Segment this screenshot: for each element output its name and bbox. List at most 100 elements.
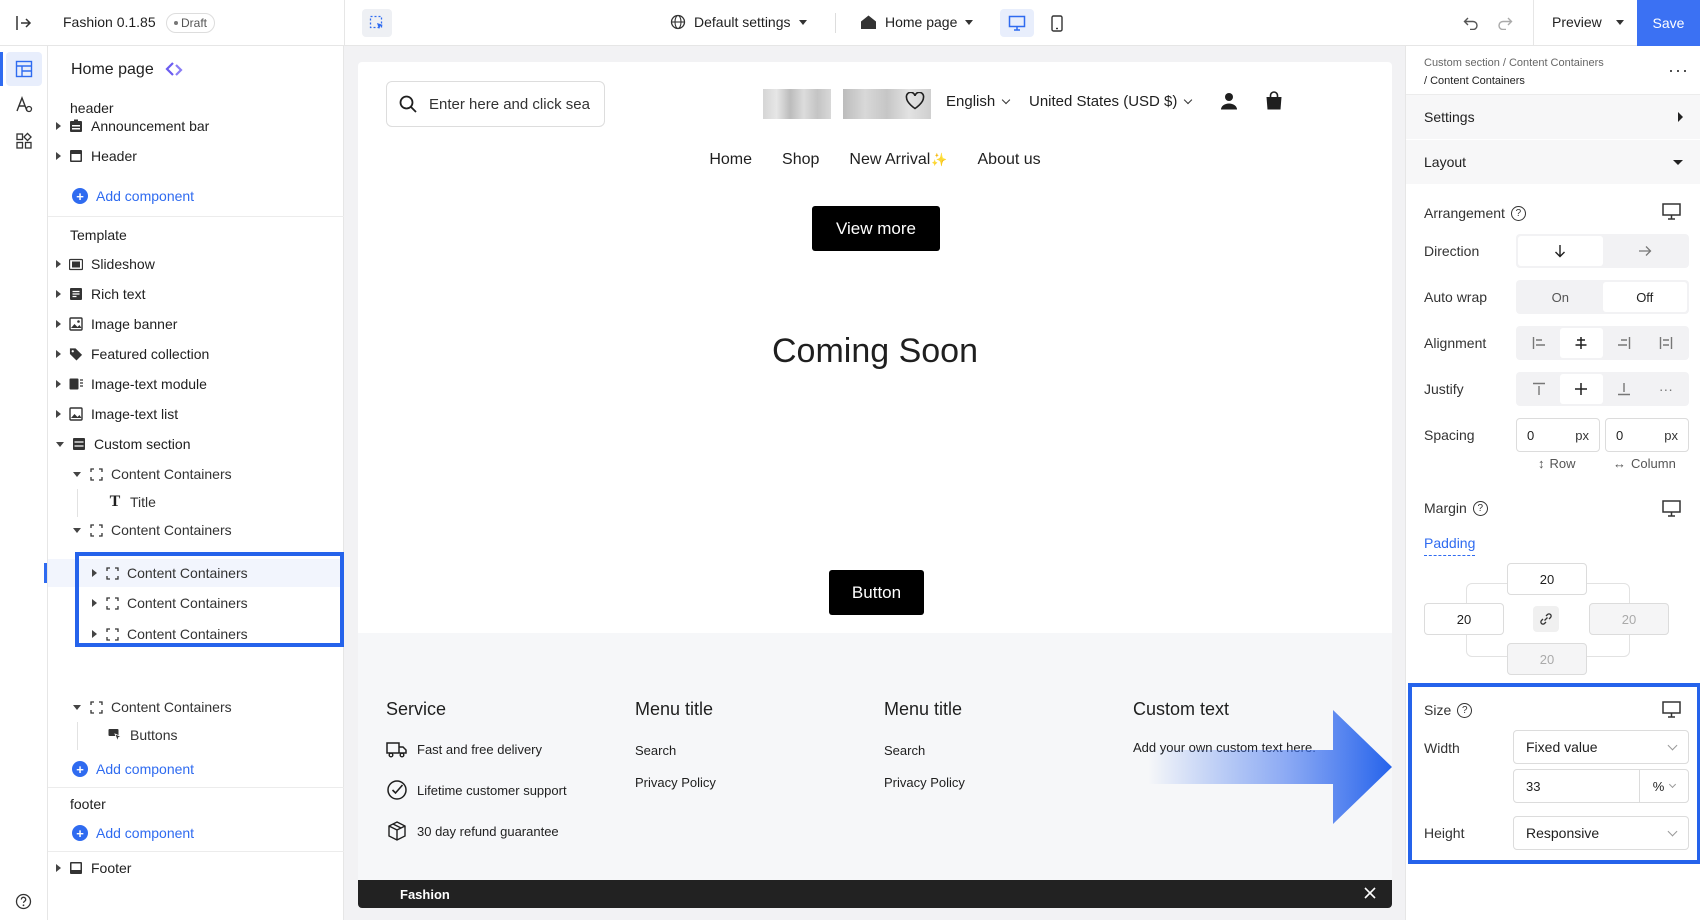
tree-item-footer[interactable]: Footer	[48, 853, 344, 883]
spacing-column-input[interactable]: 0 px	[1605, 418, 1689, 452]
tree-item-image-text-module[interactable]: Image-text module	[48, 369, 344, 399]
tree-item-announcement-bar[interactable]: Announcement bar	[48, 111, 344, 141]
tree-item-title[interactable]: T Title	[48, 487, 344, 517]
collapse-caret-icon[interactable]	[73, 527, 81, 533]
store-page: Enter here and click sea English United …	[358, 62, 1392, 908]
auto-wrap-on[interactable]: On	[1518, 282, 1603, 312]
cart-bag-icon[interactable]	[1265, 91, 1283, 110]
tree-item-custom-section[interactable]: Custom section	[48, 429, 344, 459]
account-icon[interactable]	[1220, 92, 1238, 110]
plus-circle-icon: +	[72, 761, 88, 777]
select-tool-icon[interactable]	[362, 9, 392, 37]
collapse-caret-icon[interactable]	[73, 704, 81, 710]
help-icon[interactable]	[12, 890, 34, 912]
expand-caret-icon[interactable]	[56, 290, 61, 298]
nav-shop[interactable]: Shop	[782, 151, 819, 169]
tree-item-featured-collection[interactable]: Featured collection	[48, 339, 344, 369]
footer-link-privacy[interactable]: Privacy Policy	[884, 775, 965, 790]
tree-item-content-containers[interactable]: Content Containers	[48, 515, 344, 545]
tree-item-content-containers[interactable]: Content Containers	[48, 459, 344, 489]
exit-icon[interactable]	[12, 12, 34, 34]
expand-caret-icon[interactable]	[56, 350, 61, 358]
direction-toggle[interactable]	[1516, 234, 1689, 268]
tree-item-header[interactable]: Header	[48, 141, 344, 171]
justify-start-icon[interactable]	[1518, 374, 1560, 404]
auto-wrap-off[interactable]: Off	[1602, 282, 1687, 312]
align-stretch-icon[interactable]	[1645, 328, 1687, 358]
nav-new-arrival[interactable]: New Arrival ✨	[849, 151, 947, 169]
add-component-header[interactable]: + Add component	[72, 188, 194, 204]
align-right-icon[interactable]	[1603, 328, 1645, 358]
help-circle-icon[interactable]: ?	[1510, 205, 1526, 221]
add-component-footer[interactable]: + Add component	[72, 825, 194, 841]
alignment-toggle[interactable]	[1516, 326, 1689, 360]
more-options-icon[interactable]: ···	[1668, 60, 1689, 81]
footer-link-search[interactable]: Search	[635, 743, 676, 758]
layout-row[interactable]: Layout	[1406, 140, 1700, 184]
template-group-label: Template	[70, 227, 127, 243]
desktop-device-icon[interactable]	[1662, 203, 1681, 220]
padding-top-input[interactable]: 20	[1507, 563, 1587, 595]
justify-toggle[interactable]: ···	[1516, 372, 1689, 406]
tree-item-content-containers[interactable]: Content Containers	[48, 692, 344, 722]
nav-home[interactable]: Home	[709, 151, 752, 169]
align-center-icon[interactable]	[1560, 328, 1603, 358]
expand-caret-icon[interactable]	[56, 152, 61, 160]
default-settings-dropdown[interactable]: Default settings	[670, 14, 807, 30]
theme-style-icon[interactable]	[6, 88, 42, 122]
mobile-view-icon[interactable]	[1042, 9, 1072, 37]
help-circle-icon[interactable]: ?	[1472, 500, 1488, 516]
justify-end-icon[interactable]	[1603, 374, 1645, 404]
expand-caret-icon[interactable]	[56, 320, 61, 328]
view-more-button[interactable]: View more	[812, 206, 940, 251]
desktop-view-icon[interactable]	[1000, 9, 1034, 37]
padding-tab[interactable]: Padding	[1424, 535, 1476, 556]
footer-link-privacy[interactable]: Privacy Policy	[635, 775, 716, 790]
tree-item-slideshow[interactable]: Slideshow	[48, 249, 344, 279]
auto-wrap-toggle[interactable]: On Off	[1516, 280, 1689, 314]
tree-item-image-banner[interactable]: Image banner	[48, 309, 344, 339]
tree-item-buttons[interactable]: Buttons	[48, 720, 344, 750]
preview-dropdown[interactable]: Preview	[1552, 14, 1624, 30]
store-button[interactable]: Button	[829, 570, 924, 615]
store-search-box[interactable]: Enter here and click sea	[386, 81, 605, 127]
expand-caret-icon[interactable]	[56, 260, 61, 268]
wishlist-heart-icon[interactable]	[905, 92, 925, 110]
padding-right-input[interactable]: 20	[1589, 603, 1669, 635]
padding-left-input[interactable]: 20	[1424, 603, 1504, 635]
annotation-arrow-icon	[1148, 710, 1392, 824]
add-component-template[interactable]: + Add component	[72, 761, 194, 777]
footer-link-search[interactable]: Search	[884, 743, 925, 758]
save-button[interactable]: Save	[1637, 0, 1700, 46]
link-icon[interactable]	[1533, 606, 1559, 632]
expand-caret-icon[interactable]	[56, 410, 61, 418]
desktop-device-icon[interactable]	[1662, 500, 1681, 517]
justify-more-icon[interactable]: ···	[1645, 374, 1687, 404]
expand-caret-icon[interactable]	[56, 380, 61, 388]
apps-icon[interactable]	[6, 124, 42, 158]
direction-horizontal-icon[interactable]	[1603, 236, 1688, 266]
undo-icon[interactable]	[1460, 12, 1482, 34]
language-selector[interactable]: English	[946, 93, 1011, 110]
nav-about-us[interactable]: About us	[978, 151, 1041, 169]
align-left-icon[interactable]	[1518, 328, 1560, 358]
collapse-caret-icon[interactable]	[56, 441, 64, 447]
page-dropdown[interactable]: Home page	[860, 14, 974, 30]
justify-center-icon[interactable]	[1560, 374, 1603, 404]
currency-selector[interactable]: United States (USD $)	[1029, 93, 1193, 110]
tree-item-rich-text[interactable]: Rich text	[48, 279, 344, 309]
expand-caret-icon[interactable]	[56, 864, 61, 872]
tree-item-image-text-list[interactable]: Image-text list	[48, 399, 344, 429]
spacing-row-input[interactable]: 0 px	[1516, 418, 1600, 452]
rich-text-icon	[69, 287, 83, 301]
collapse-caret-icon[interactable]	[73, 471, 81, 477]
container-icon	[89, 467, 103, 481]
close-icon[interactable]	[1364, 887, 1376, 899]
sections-icon[interactable]	[6, 52, 42, 86]
settings-row[interactable]: Settings	[1406, 95, 1700, 139]
redo-icon[interactable]	[1494, 12, 1516, 34]
direction-label: Direction	[1424, 243, 1480, 259]
expand-caret-icon[interactable]	[56, 122, 61, 130]
direction-vertical-icon[interactable]	[1518, 236, 1603, 266]
padding-bottom-input[interactable]: 20	[1507, 643, 1587, 675]
